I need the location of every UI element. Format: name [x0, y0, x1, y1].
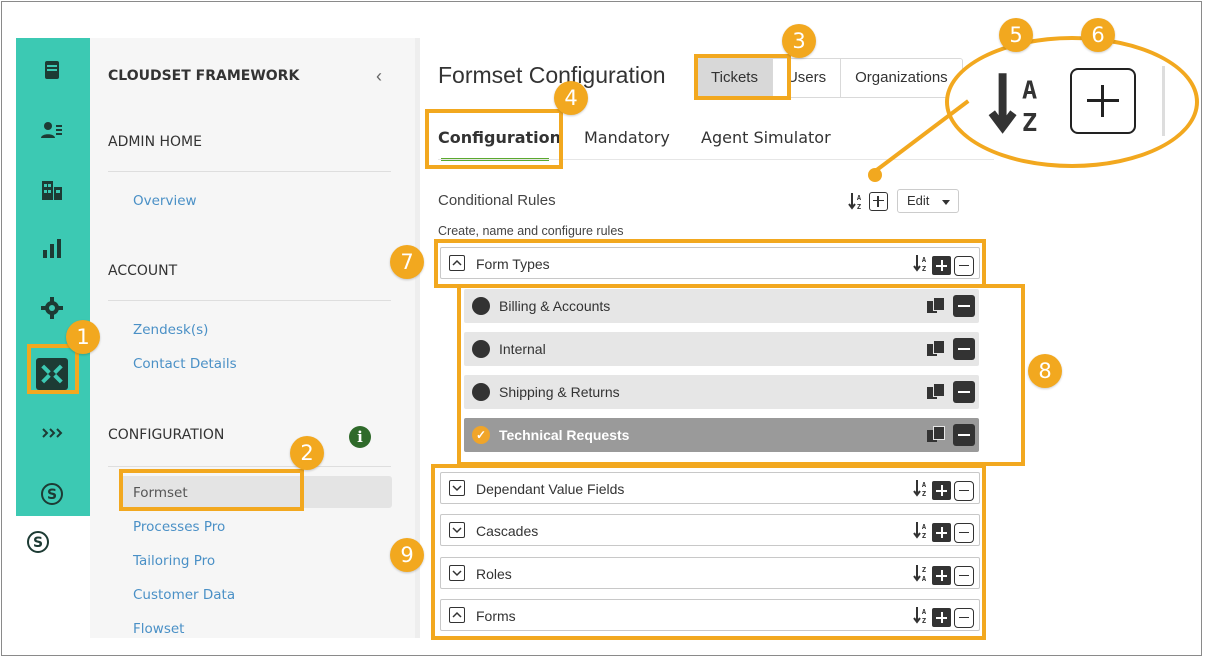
s-circle-icon[interactable]: S [40, 482, 64, 506]
badge-6: 6 [1081, 18, 1115, 52]
s-circle-icon[interactable]: S [26, 530, 50, 554]
link-customer-data[interactable]: Customer Data [133, 587, 235, 603]
svg-text:S: S [47, 487, 57, 503]
sort-az-icon-zoomed: AZ [987, 66, 1047, 143]
tab-organizations[interactable]: Organizations [841, 59, 962, 97]
bar-chart-icon[interactable] [40, 236, 64, 260]
link-zendesks[interactable]: Zendesk(s) [133, 322, 208, 338]
divider [108, 300, 391, 301]
edit-label: Edit [907, 193, 930, 208]
highlight-7 [434, 239, 986, 288]
rules-subtitle: Create, name and configure rules [438, 224, 624, 238]
svg-text:Z: Z [1022, 108, 1037, 137]
screenshot-frame: S S CLOUDSET FRAMEWORK ‹ ADMIN HOME Over… [1, 1, 1202, 656]
svg-text:Z: Z [857, 203, 861, 211]
tab-agent-simulator[interactable]: Agent Simulator [701, 128, 831, 147]
section-configuration[interactable]: CONFIGURATION [108, 427, 224, 443]
page-title: Formset Configuration [438, 62, 666, 88]
link-overview[interactable]: Overview [133, 193, 197, 209]
svg-text:A: A [1022, 75, 1037, 104]
link-contact-details[interactable]: Contact Details [133, 356, 237, 372]
badge-2: 2 [290, 436, 324, 470]
edit-dropdown[interactable]: Edit [897, 189, 959, 213]
svg-text:S: S [33, 535, 43, 551]
link-processes-pro[interactable]: Processes Pro [133, 519, 225, 535]
link-tailoring-pro[interactable]: Tailoring Pro [133, 553, 215, 569]
badge-9: 9 [390, 538, 424, 572]
highlight-8 [457, 284, 1025, 466]
zoom-callout: AZ [945, 36, 1199, 168]
building-icon[interactable] [40, 178, 64, 202]
badge-8: 8 [1028, 354, 1062, 388]
highlight-4 [425, 109, 563, 169]
collapse-icon[interactable]: ‹ [376, 66, 382, 87]
contacts-icon[interactable] [40, 118, 64, 142]
highlight-9 [431, 464, 986, 640]
info-icon[interactable]: i [349, 426, 371, 448]
divider [108, 466, 391, 467]
link-flowset[interactable]: Flowset [133, 621, 184, 637]
sidebar-title: CLOUDSET FRAMEWORK [108, 68, 300, 84]
arrows-icon[interactable] [40, 421, 64, 445]
svg-text:A: A [857, 194, 862, 202]
rules-toolbar: AZ Edit [848, 189, 959, 213]
sort-az-icon[interactable]: AZ [848, 191, 864, 211]
highlight-3 [694, 54, 791, 100]
highlight-2 [119, 469, 304, 511]
divider [108, 171, 391, 172]
add-icon-zoomed [1070, 68, 1136, 134]
caret-down-icon [942, 200, 950, 205]
server-icon[interactable] [40, 58, 64, 82]
icon-rail: S [16, 38, 90, 516]
add-rule-icon[interactable] [869, 191, 888, 211]
badge-1: 1 [66, 320, 100, 354]
badge-3: 3 [782, 24, 816, 58]
callout-dot [868, 168, 882, 182]
tab-mandatory[interactable]: Mandatory [584, 128, 670, 147]
badge-4: 4 [554, 81, 588, 115]
badge-7: 7 [390, 245, 424, 279]
rules-title: Conditional Rules [438, 192, 556, 209]
sidebar: CLOUDSET FRAMEWORK ‹ ADMIN HOME Overview… [90, 38, 415, 638]
section-account[interactable]: ACCOUNT [108, 263, 177, 279]
section-admin-home[interactable]: ADMIN HOME [108, 134, 202, 150]
badge-5: 5 [999, 18, 1033, 52]
divider [1162, 66, 1165, 136]
gear-icon[interactable] [40, 296, 64, 320]
highlight-1 [27, 344, 79, 394]
